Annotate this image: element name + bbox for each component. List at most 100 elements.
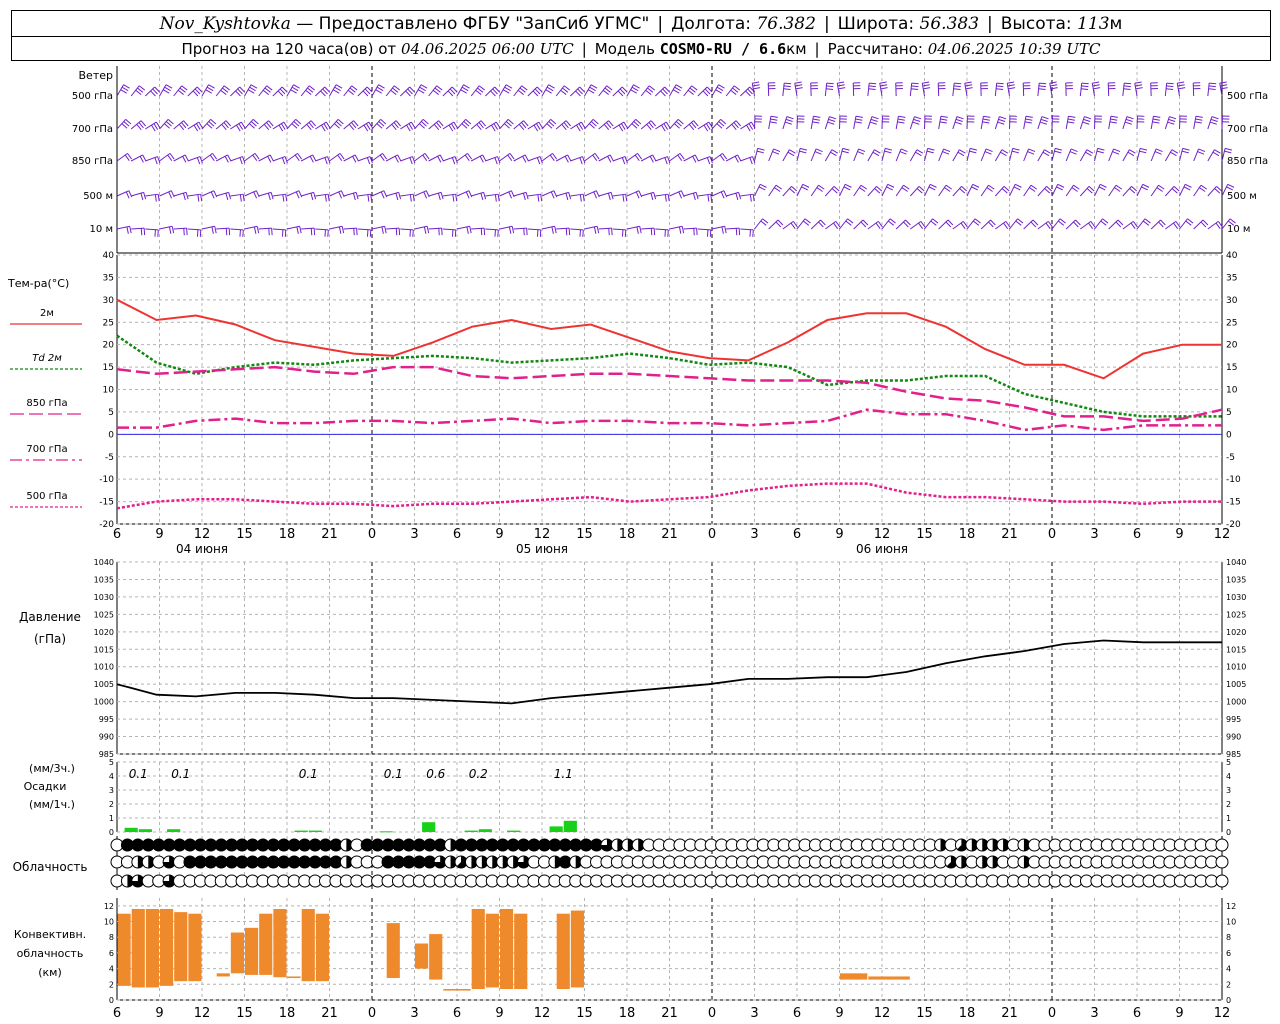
wind-barb-feather <box>564 156 569 163</box>
wind-barb <box>343 227 357 230</box>
wind-barb <box>286 225 300 230</box>
wind-barb-feather <box>814 151 822 155</box>
wind-barb <box>371 119 382 130</box>
wind-barb-feather <box>1211 116 1219 120</box>
wind-barb <box>867 83 870 97</box>
y-tick-label: 12 <box>104 902 114 911</box>
wind-barb <box>1065 219 1076 230</box>
wind-barb <box>768 148 775 162</box>
y-tick-label-right: 40 <box>1226 251 1238 261</box>
wind-barb-feather <box>1110 115 1118 118</box>
wind-barb <box>1108 184 1117 197</box>
wind-barb <box>513 227 527 230</box>
wind-barb-feather <box>154 157 158 165</box>
wind-barb <box>1193 148 1200 162</box>
wind-barb <box>1122 220 1134 230</box>
wind-barb-feather <box>578 123 584 130</box>
wind-barb-feather <box>1182 147 1190 151</box>
wind-barb-feather <box>196 123 201 130</box>
wind-barb-feather <box>1083 118 1091 122</box>
wind-barb <box>1207 149 1215 162</box>
wind-barb <box>301 227 315 230</box>
wind-barb-feather <box>455 194 458 202</box>
wind-barb <box>910 220 922 230</box>
wind-barb-feather <box>1011 150 1019 154</box>
conv-bar <box>415 943 429 969</box>
wind-barb-feather <box>285 194 288 202</box>
wind-barb <box>1164 186 1175 197</box>
wind-barb-feather <box>1070 148 1078 153</box>
wind-barb-feather <box>664 194 667 202</box>
wind-barb-feather <box>815 148 823 153</box>
wind-barb <box>1051 218 1061 230</box>
wind-barb-feather <box>1209 121 1217 125</box>
hour-tick-bottom: 9 <box>835 1006 843 1021</box>
wind-level-label-right: 500 гПа <box>1227 91 1268 102</box>
wind-barb-feather <box>505 84 513 89</box>
wind-barb <box>952 186 962 197</box>
wind-barb-feather <box>1166 88 1174 90</box>
precip-total-label: 0.1 <box>299 767 318 781</box>
wind-barb-feather <box>1038 88 1046 90</box>
y-tick-label: 8 <box>109 933 114 942</box>
wind-barb-feather <box>466 226 469 234</box>
wind-barb-feather <box>338 226 342 234</box>
wind-barb-feather <box>1199 187 1206 192</box>
wind-barb-feather <box>295 191 300 199</box>
wind-barb-feather <box>752 84 760 87</box>
wind-barb <box>329 225 343 230</box>
wind-barb-feather <box>565 193 569 201</box>
wind-barb-feather <box>1042 151 1050 157</box>
wind-barb-feather <box>999 116 1007 120</box>
wind-barb <box>1080 220 1092 230</box>
wind-barb <box>187 193 201 197</box>
pressure-unit: (гПа) <box>34 632 66 646</box>
wind-barb-feather <box>269 154 274 162</box>
hour-axis-top: 6 9 12 15 18 21 0 3 6 9 12 15 18 21 0 3 6 9 12 15 18 21 0 3 6 9 12… <box>113 527 1230 556</box>
wind-barb-feather <box>537 194 540 202</box>
y-tick-label-right: -10 <box>1226 475 1241 485</box>
wind-barb-feather <box>508 191 513 199</box>
wind-barb-feather <box>278 124 284 132</box>
y-tick-label: 1040 <box>94 558 114 567</box>
precip-bar <box>549 826 563 832</box>
wind-barb <box>258 227 272 230</box>
y-tick-label-right: 6 <box>1226 949 1231 958</box>
wind-barb-feather <box>1085 151 1092 157</box>
wind-barb-feather <box>756 150 764 154</box>
wind-barb-feather <box>197 194 200 202</box>
wind-title: Ветер <box>79 69 113 82</box>
y-tick-label: 40 <box>103 251 115 261</box>
wind-barb-feather <box>870 118 878 122</box>
wind-barb-feather <box>928 186 936 191</box>
wind-barb <box>1009 218 1018 230</box>
hour-tick: 12 <box>194 527 211 542</box>
wind-barb <box>711 119 722 130</box>
y-tick-label-right: 1015 <box>1226 645 1246 654</box>
wind-barb-feather <box>256 226 260 234</box>
conv-bar <box>131 908 145 988</box>
y-tick-label: 4 <box>109 965 114 974</box>
wind-barb-feather <box>795 87 803 90</box>
wind-barb-feather <box>1135 87 1143 90</box>
hour-tick-bottom: 9 <box>155 1006 163 1021</box>
wind-barb <box>173 227 187 230</box>
wind-barb-feather <box>162 89 170 94</box>
wind-barb-feather <box>1067 121 1075 124</box>
wind-barb-feather <box>911 88 919 90</box>
wind-barb <box>1164 149 1173 162</box>
wind-barb-feather <box>982 121 990 124</box>
wind-barb-feather <box>567 154 572 162</box>
wind-barb <box>527 193 541 197</box>
wind-barb-feather <box>552 153 558 160</box>
wind-barb-feather <box>380 191 385 199</box>
wind-barb-feather <box>366 123 371 130</box>
wind-barb <box>541 225 555 230</box>
wind-barb <box>215 85 225 97</box>
y-tick-label-right: -5 <box>1226 453 1235 463</box>
wind-barb-feather <box>872 151 880 157</box>
wind-barb <box>584 225 598 230</box>
wind-barb-feather <box>859 187 866 192</box>
wind-barb-feather <box>239 157 243 165</box>
wind-barb-feather <box>718 84 725 89</box>
